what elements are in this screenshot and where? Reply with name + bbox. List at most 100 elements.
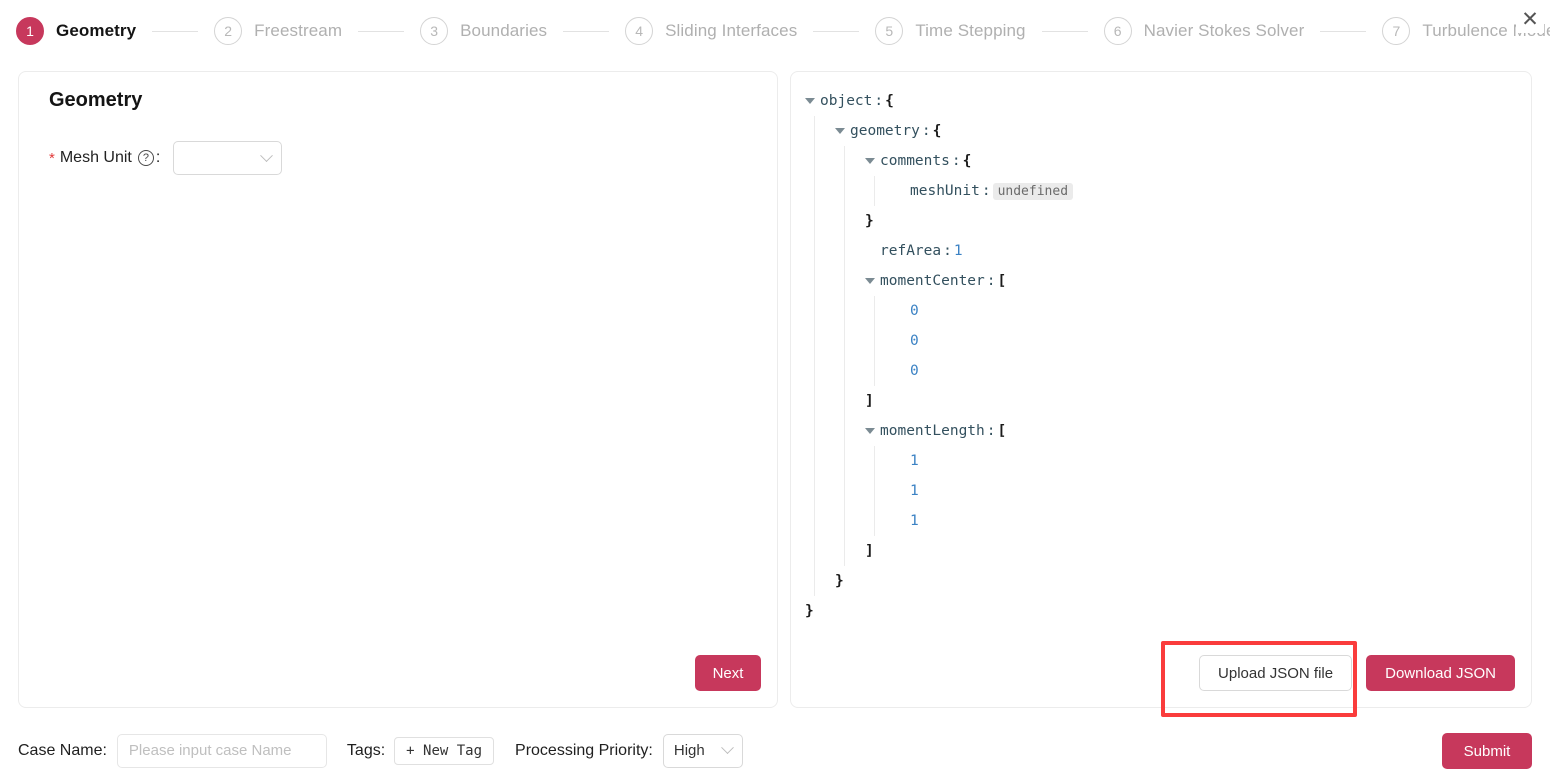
json-open-brace: { xyxy=(962,153,972,169)
processing-priority-select[interactable]: High xyxy=(662,733,743,768)
json-row-momentcenter[interactable]: momentCenter : [ xyxy=(865,266,1517,296)
json-key: comments xyxy=(880,153,950,169)
close-icon[interactable]: ✕ xyxy=(1516,5,1544,33)
json-open-brace: { xyxy=(885,93,894,109)
caret-down-icon[interactable] xyxy=(805,98,815,104)
caret-down-icon[interactable] xyxy=(835,128,845,134)
step-1-label: Geometry xyxy=(56,21,137,40)
json-colon: : xyxy=(986,273,996,289)
json-close-brace-comments: } xyxy=(865,213,874,229)
json-row-momentlength[interactable]: momentLength : [ xyxy=(865,416,1517,446)
json-children-object: geometry : { comments : {meshUnit: und… xyxy=(814,116,1517,596)
case-name-label: Case Name: xyxy=(18,741,107,759)
json-tree: object : { geometry : {comments: {mes… xyxy=(805,86,1517,633)
step-2-badge: 2 xyxy=(214,17,243,45)
step-6-navier-stokes-solver[interactable]: 6 Navier Stokes Solver xyxy=(1103,17,1305,45)
json-value: 1 xyxy=(910,483,919,499)
json-key: object xyxy=(820,93,873,109)
json-value: 1 xyxy=(910,453,919,469)
json-close-bracket-momentlength: ] xyxy=(865,543,874,559)
step-separator xyxy=(1320,30,1367,32)
step-separator xyxy=(1041,30,1088,32)
json-open-bracket: [ xyxy=(997,423,1007,439)
question-circle-icon[interactable]: ? xyxy=(137,150,154,166)
json-value: 1 xyxy=(953,243,963,259)
json-open-bracket: [ xyxy=(997,273,1007,289)
step-3-badge: 3 xyxy=(420,17,449,45)
step-2-label: Freestream xyxy=(254,21,343,40)
step-separator xyxy=(152,30,199,32)
json-colon: : xyxy=(921,123,931,139)
stepper-bar: 1 Geometry 2 Freestream 3 Boundaries 4 S… xyxy=(0,0,1550,62)
json-node-comments: comments : { meshUnit : undefined} xyxy=(865,146,1517,236)
chevron-down-icon xyxy=(260,148,274,162)
json-actions: Upload JSON file Download JSON xyxy=(1199,655,1515,691)
new-tag-button[interactable]: + New Tag xyxy=(394,736,495,765)
submit-button[interactable]: Submit xyxy=(1442,733,1532,769)
processing-priority-label: Processing Priority: xyxy=(515,741,653,759)
step-7-badge: 7 xyxy=(1382,17,1411,45)
step-1-badge: 1 xyxy=(16,17,44,45)
json-close-brace-object: } xyxy=(805,603,814,619)
step-separator xyxy=(563,30,610,32)
json-node-momentcenter: momentCenter : [ 0 0 0] xyxy=(865,266,1517,416)
caret-down-icon[interactable] xyxy=(865,158,875,164)
caret-down-icon[interactable] xyxy=(865,278,875,284)
step-2-freestream[interactable]: 2 Freestream xyxy=(214,17,342,45)
json-array-item: 0 xyxy=(895,326,1517,356)
json-close-bracket-momentcenter: ] xyxy=(865,393,874,409)
json-node-geometry: geometry : { comments : {meshUnit: und… xyxy=(835,116,1517,596)
step-6-label: Navier Stokes Solver xyxy=(1143,21,1305,40)
next-button[interactable]: Next xyxy=(695,655,761,691)
json-row-comments[interactable]: comments : { xyxy=(865,146,1517,176)
json-colon: : xyxy=(951,153,961,169)
step-5-time-stepping[interactable]: 5 Time Stepping xyxy=(875,17,1026,45)
mesh-unit-colon: : xyxy=(155,149,161,166)
mesh-unit-label: Mesh Unit xyxy=(59,149,132,166)
json-key: meshUnit xyxy=(910,183,980,199)
step-4-badge: 4 xyxy=(625,17,654,45)
json-children-momentlength: 1 1 1 xyxy=(874,446,1517,536)
step-1-geometry[interactable]: 1 Geometry xyxy=(16,17,136,45)
json-value-undefined: undefined xyxy=(992,182,1074,200)
json-row-refarea[interactable]: refArea : 1 xyxy=(865,236,1517,266)
step-separator xyxy=(813,30,860,32)
json-array-item: 0 xyxy=(895,296,1517,326)
download-json-button[interactable]: Download JSON xyxy=(1366,655,1515,691)
json-children-comments: meshUnit : undefined xyxy=(874,176,1517,206)
caret-down-icon[interactable] xyxy=(865,428,875,434)
json-array-item: 0 xyxy=(895,356,1517,386)
step-3-boundaries[interactable]: 3 Boundaries xyxy=(420,17,547,45)
json-key: momentLength xyxy=(880,423,985,439)
upload-json-file-button[interactable]: Upload JSON file xyxy=(1199,655,1353,691)
json-row-geometry[interactable]: geometry : { xyxy=(835,116,1517,146)
case-name-input[interactable] xyxy=(116,733,327,768)
json-open-brace: { xyxy=(932,123,942,139)
json-value: 0 xyxy=(910,333,919,349)
json-key: refArea xyxy=(880,243,942,259)
step-3-label: Boundaries xyxy=(460,21,548,40)
mesh-unit-select[interactable] xyxy=(173,141,283,175)
step-4-sliding-interfaces[interactable]: 4 Sliding Interfaces xyxy=(625,17,797,45)
json-key: momentCenter xyxy=(880,273,985,289)
step-4-label: Sliding Interfaces xyxy=(665,21,798,40)
json-key: geometry xyxy=(850,123,920,139)
step-separator xyxy=(358,30,405,32)
json-close-brace-geometry: } xyxy=(835,573,844,589)
json-array-item: 1 xyxy=(895,476,1517,506)
json-children-momentcenter: 0 0 0 xyxy=(874,296,1517,386)
page-title: Geometry xyxy=(49,89,143,111)
bottom-action-bar: Case Name: Tags: + New Tag Processing Pr… xyxy=(0,722,1550,779)
json-value: 0 xyxy=(910,363,919,379)
json-colon: : xyxy=(981,183,991,199)
step-5-label: Time Stepping xyxy=(915,21,1026,40)
json-node-object: object : { geometry : {comments: {mes… xyxy=(805,86,1517,626)
processing-priority-value: High xyxy=(673,742,705,759)
json-array-item: 1 xyxy=(895,446,1517,476)
json-row-object[interactable]: object : { xyxy=(805,86,1517,116)
json-value: 0 xyxy=(910,303,919,319)
json-node-momentlength: momentLength : [ 1 1 1] xyxy=(865,416,1517,566)
mesh-unit-form-row: * Mesh Unit ? : xyxy=(49,141,283,175)
required-marker: * xyxy=(49,149,55,167)
json-row-meshunit[interactable]: meshUnit : undefined xyxy=(895,176,1517,206)
